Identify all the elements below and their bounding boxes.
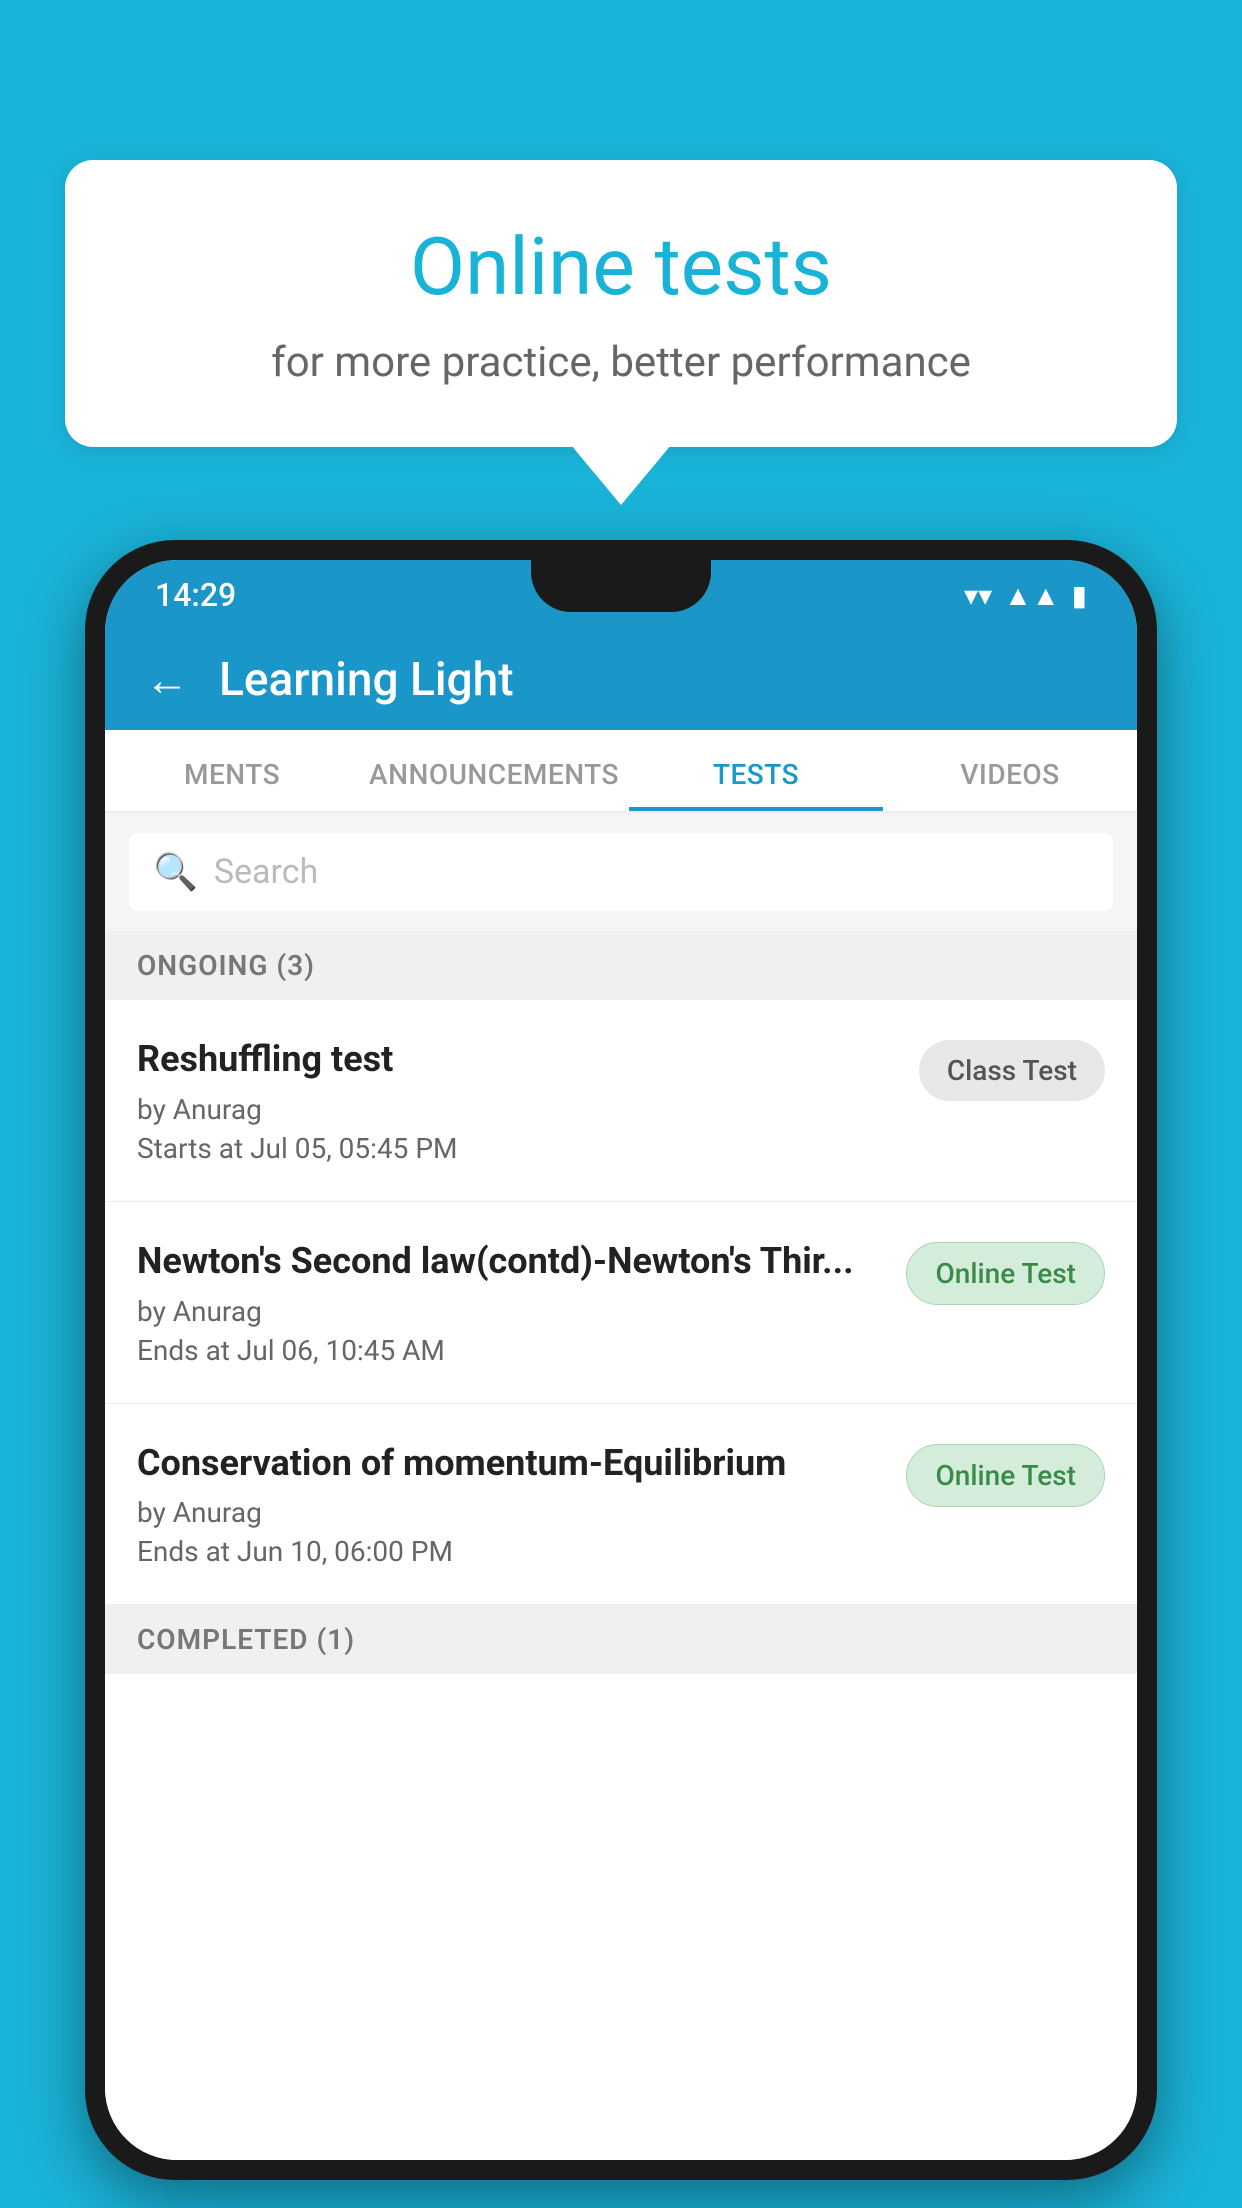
app-bar-title: Learning Light [219,653,514,707]
tab-announcements[interactable]: ANNOUNCEMENTS [359,730,629,811]
test-item-1[interactable]: Reshuffling test by Anurag Starts at Jul… [105,1000,1137,1202]
speech-bubble-container: Online tests for more practice, better p… [65,160,1177,505]
test-info-1: Reshuffling test by Anurag Starts at Jul… [137,1036,899,1165]
test-time-3: Ends at Jun 10, 06:00 PM [137,1535,886,1568]
test-time-label-1: Starts at [137,1132,243,1165]
speech-bubble-arrow [571,445,671,505]
completed-section-header: COMPLETED (1) [105,1605,1137,1674]
test-author-1: by Anurag [137,1093,899,1126]
test-info-2: Newton's Second law(contd)-Newton's Thir… [137,1238,886,1367]
test-badge-3: Online Test [906,1444,1105,1507]
test-time-value-1: Jul 05, 05:45 PM [250,1132,457,1165]
test-item-3[interactable]: Conservation of momentum-Equilibrium by … [105,1404,1137,1606]
phone-inner: 14:29 ▾▾ ▲▲ ▮ ← Learning Light MENTS ANN… [105,560,1137,2160]
search-placeholder: Search [214,852,318,892]
test-badge-1: Class Test [919,1040,1105,1101]
test-item-2[interactable]: Newton's Second law(contd)-Newton's Thir… [105,1202,1137,1404]
test-name-2: Newton's Second law(contd)-Newton's Thir… [137,1238,886,1285]
search-bar[interactable]: 🔍 Search [129,833,1113,911]
app-bar: ← Learning Light [105,630,1137,730]
tab-tests[interactable]: TESTS [629,730,883,811]
test-name-1: Reshuffling test [137,1036,899,1083]
test-badge-2: Online Test [906,1242,1105,1305]
test-name-3: Conservation of momentum-Equilibrium [137,1440,886,1487]
wifi-icon: ▾▾ [964,579,992,612]
test-time-2: Ends at Jul 06, 10:45 AM [137,1334,886,1367]
phone-frame: 14:29 ▾▾ ▲▲ ▮ ← Learning Light MENTS ANN… [85,540,1157,2180]
test-time-label-3: Ends at [137,1535,230,1568]
phone-notch [531,560,711,612]
test-time-value-2: Jul 06, 10:45 AM [237,1334,445,1367]
signal-icon: ▲▲ [1004,579,1059,612]
test-time-label-2: Ends at [137,1334,230,1367]
status-icons: ▾▾ ▲▲ ▮ [964,579,1087,612]
battery-icon: ▮ [1072,579,1087,612]
test-time-1: Starts at Jul 05, 05:45 PM [137,1132,899,1165]
speech-bubble: Online tests for more practice, better p… [65,160,1177,447]
search-container: 🔍 Search [105,813,1137,931]
test-time-value-3: Jun 10, 06:00 PM [237,1535,453,1568]
tab-ments[interactable]: MENTS [105,730,359,811]
test-list: Reshuffling test by Anurag Starts at Jul… [105,1000,1137,2160]
status-time: 14:29 [155,576,236,614]
test-author-3: by Anurag [137,1496,886,1529]
test-info-3: Conservation of momentum-Equilibrium by … [137,1440,886,1569]
ongoing-section-header: ONGOING (3) [105,931,1137,1000]
speech-bubble-subtitle: for more practice, better performance [145,338,1097,387]
speech-bubble-title: Online tests [145,220,1097,314]
back-button[interactable]: ← [145,654,189,706]
test-author-2: by Anurag [137,1295,886,1328]
tabs-bar: MENTS ANNOUNCEMENTS TESTS VIDEOS [105,730,1137,813]
search-icon: 🔍 [153,851,198,893]
tab-videos[interactable]: VIDEOS [883,730,1137,811]
